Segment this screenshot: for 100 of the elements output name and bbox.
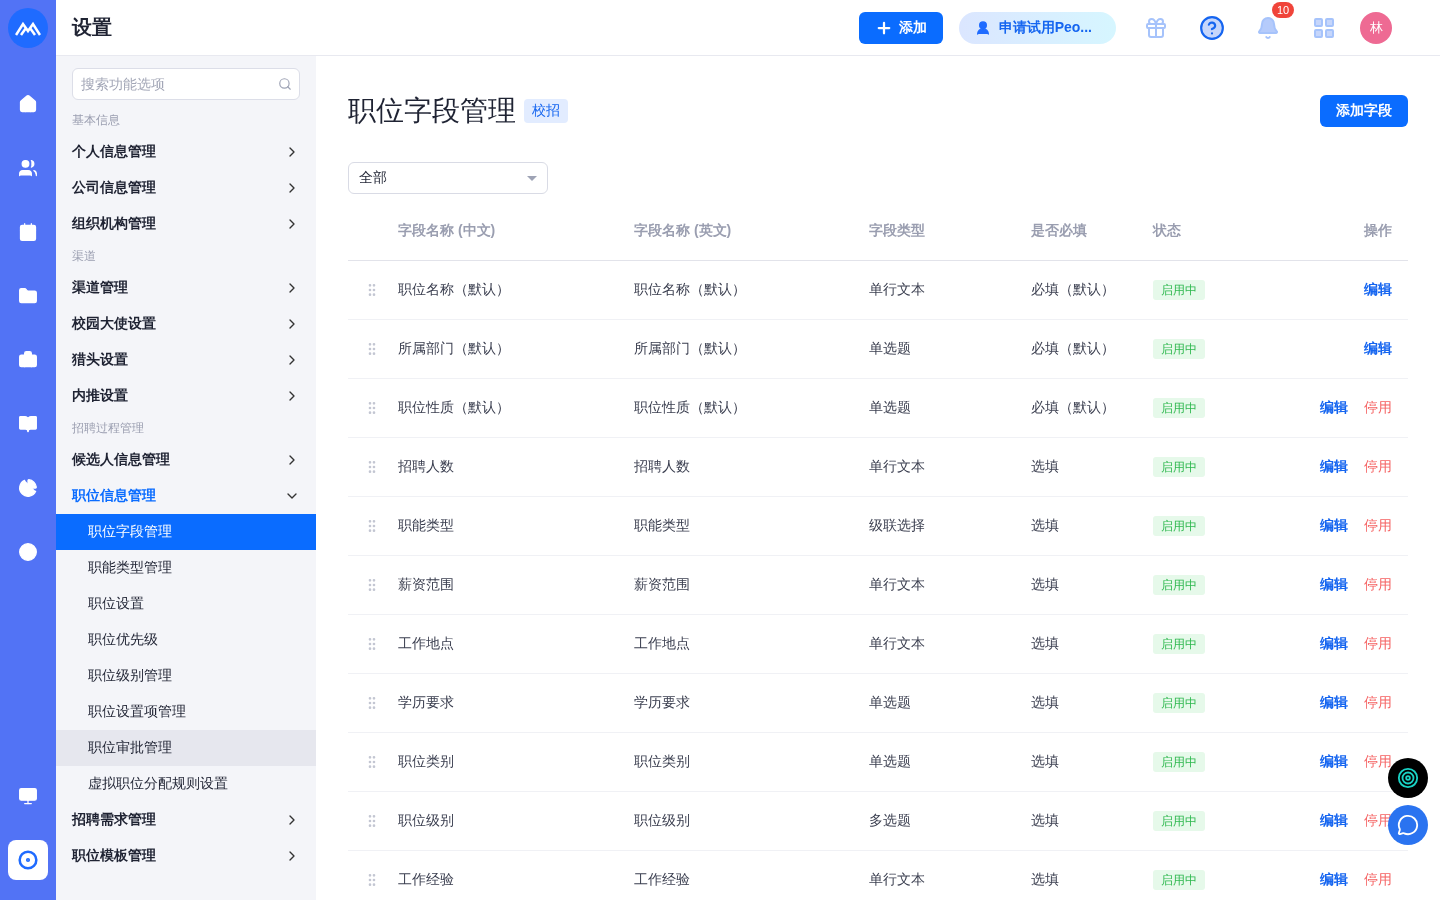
section-label: 渠道	[71, 248, 97, 265]
table-cell-text: 单选题	[869, 753, 912, 771]
chat-bubble-icon	[1397, 814, 1419, 836]
table-cell-text: 单选题	[869, 399, 912, 417]
page-title: 职位字段管理	[348, 94, 516, 128]
table-cell-text: 选填	[1031, 694, 1060, 712]
sidebar-item[interactable]: 招聘需求管理	[56, 802, 316, 838]
status-badge: 启用中	[1153, 457, 1205, 477]
sidebar-item[interactable]: 候选人信息管理	[56, 442, 316, 478]
edit-link[interactable]: 编辑	[1320, 635, 1348, 653]
status-badge: 启用中	[1153, 339, 1205, 359]
sidebar-subitem[interactable]: 职位级别管理	[56, 658, 316, 694]
edit-link[interactable]: 编辑	[1364, 281, 1392, 299]
table-cell-text: 工作经验	[634, 871, 691, 889]
table-cell-text: 选填	[1031, 812, 1060, 830]
edit-link[interactable]: 编辑	[1320, 576, 1348, 594]
trial-button[interactable]: 申请试用Peo...	[958, 11, 1116, 44]
table-cell-text: 职位级别	[398, 812, 455, 830]
disable-link[interactable]: 停用	[1364, 753, 1392, 771]
disable-link[interactable]: 停用	[1364, 576, 1392, 594]
table-cell-text: 职位级别	[634, 812, 691, 830]
disable-link[interactable]: 停用	[1364, 694, 1392, 712]
search-icon[interactable]	[278, 77, 292, 91]
section-label: 基本信息	[71, 112, 121, 129]
sidebar-item[interactable]: 职位模板管理	[56, 838, 316, 874]
table-cell-text: 职位名称（默认）	[634, 281, 747, 299]
disable-link[interactable]: 停用	[1364, 517, 1392, 535]
table-cell-text: 薪资范围	[634, 576, 691, 594]
disable-link[interactable]: 停用	[1364, 635, 1392, 653]
page-header-title: 设置	[72, 15, 113, 40]
column-header: 字段名称 (中文)	[398, 222, 497, 240]
table-cell-text: 工作地点	[634, 635, 691, 653]
table-cell-text: 单行文本	[869, 635, 926, 653]
edit-link[interactable]: 编辑	[1320, 871, 1348, 889]
table-cell-text: 必填（默认）	[1031, 399, 1116, 417]
edit-link[interactable]: 编辑	[1320, 694, 1348, 712]
status-badge: 启用中	[1153, 811, 1205, 831]
filter-dropdown[interactable]: 全部	[348, 162, 548, 194]
sidebar-item[interactable]: 组织机构管理	[56, 206, 316, 242]
section-label: 招聘过程管理	[71, 420, 145, 437]
table-cell-text: 必填（默认）	[1031, 340, 1116, 358]
column-header: 字段名称 (英文)	[634, 222, 733, 240]
status-badge: 启用中	[1153, 575, 1205, 595]
search-field[interactable]: 搜索功能选项	[72, 68, 300, 100]
column-header: 操作	[1363, 222, 1393, 240]
table-cell-text: 招聘人数	[398, 458, 455, 476]
sidebar-subitem[interactable]: 职位字段管理	[56, 514, 316, 550]
column-header: 状态	[1153, 222, 1182, 240]
table-cell-text: 薪资范围	[398, 576, 455, 594]
table-cell-text: 选填	[1031, 753, 1060, 771]
table-cell-text: 职位类别	[634, 753, 691, 771]
table-cell-text: 选填	[1031, 635, 1060, 653]
disable-link[interactable]: 停用	[1364, 399, 1392, 417]
add-button[interactable]: 添加	[858, 11, 943, 44]
sidebar-item[interactable]: 猎头设置	[56, 342, 316, 378]
sidebar-subitem[interactable]: 职位设置	[56, 586, 316, 622]
table-cell-text: 单行文本	[869, 871, 926, 889]
add-field-button[interactable]: 添加字段	[1320, 95, 1408, 127]
category-tag: 校招	[524, 99, 568, 123]
table-cell-text: 选填	[1031, 871, 1060, 889]
table-cell-text: 职能类型	[634, 517, 691, 535]
disable-link[interactable]: 停用	[1364, 458, 1392, 476]
user-avatar[interactable]: 林	[1360, 11, 1392, 44]
table-cell-text: 工作地点	[398, 635, 455, 653]
table-cell-text: 单行文本	[869, 281, 926, 299]
user-icon	[974, 19, 991, 36]
table-cell-text: 选填	[1031, 576, 1060, 594]
sidebar-subitem[interactable]: 虚拟职位分配规则设置	[56, 766, 316, 802]
table-cell-text: 职位性质（默认）	[634, 399, 747, 417]
edit-link[interactable]: 编辑	[1320, 517, 1348, 535]
table-cell-text: 职位类别	[398, 753, 455, 771]
sidebar-item[interactable]: 公司信息管理	[56, 170, 316, 206]
edit-link[interactable]: 编辑	[1320, 458, 1348, 476]
sidebar-subitem[interactable]: 职位审批管理	[56, 730, 316, 766]
sidebar-item[interactable]: 个人信息管理	[56, 134, 316, 170]
sidebar-item[interactable]: 渠道管理	[56, 270, 316, 306]
table-cell-text: 所属部门（默认）	[398, 340, 511, 358]
sidebar-item[interactable]: 职位信息管理	[56, 478, 316, 514]
sidebar-subitem[interactable]: 职位优先级	[56, 622, 316, 658]
edit-link[interactable]: 编辑	[1320, 399, 1348, 417]
sidebar-item[interactable]: 校园大使设置	[56, 306, 316, 342]
table-cell-text: 单行文本	[869, 576, 926, 594]
edit-link[interactable]: 编辑	[1320, 812, 1348, 830]
edit-link[interactable]: 编辑	[1320, 753, 1348, 771]
settings-icon[interactable]	[8, 840, 48, 880]
status-badge: 启用中	[1153, 693, 1205, 713]
sidebar-item[interactable]: 内推设置	[56, 378, 316, 414]
disable-link[interactable]: 停用	[1364, 871, 1392, 889]
table-cell-text: 单行文本	[869, 458, 926, 476]
table-cell-text: 学历要求	[634, 694, 691, 712]
status-badge: 启用中	[1153, 280, 1205, 300]
table-cell-text: 级联选择	[869, 517, 926, 535]
logo-icon[interactable]	[8, 8, 48, 48]
bell-icon[interactable]	[1256, 15, 1280, 40]
edit-link[interactable]: 编辑	[1364, 340, 1392, 358]
status-badge: 启用中	[1153, 870, 1205, 890]
table-cell-text: 学历要求	[398, 694, 455, 712]
table-cell-text: 职能类型	[398, 517, 455, 535]
sidebar-subitem[interactable]: 职能类型管理	[56, 550, 316, 586]
sidebar-subitem[interactable]: 职位设置项管理	[56, 694, 316, 730]
